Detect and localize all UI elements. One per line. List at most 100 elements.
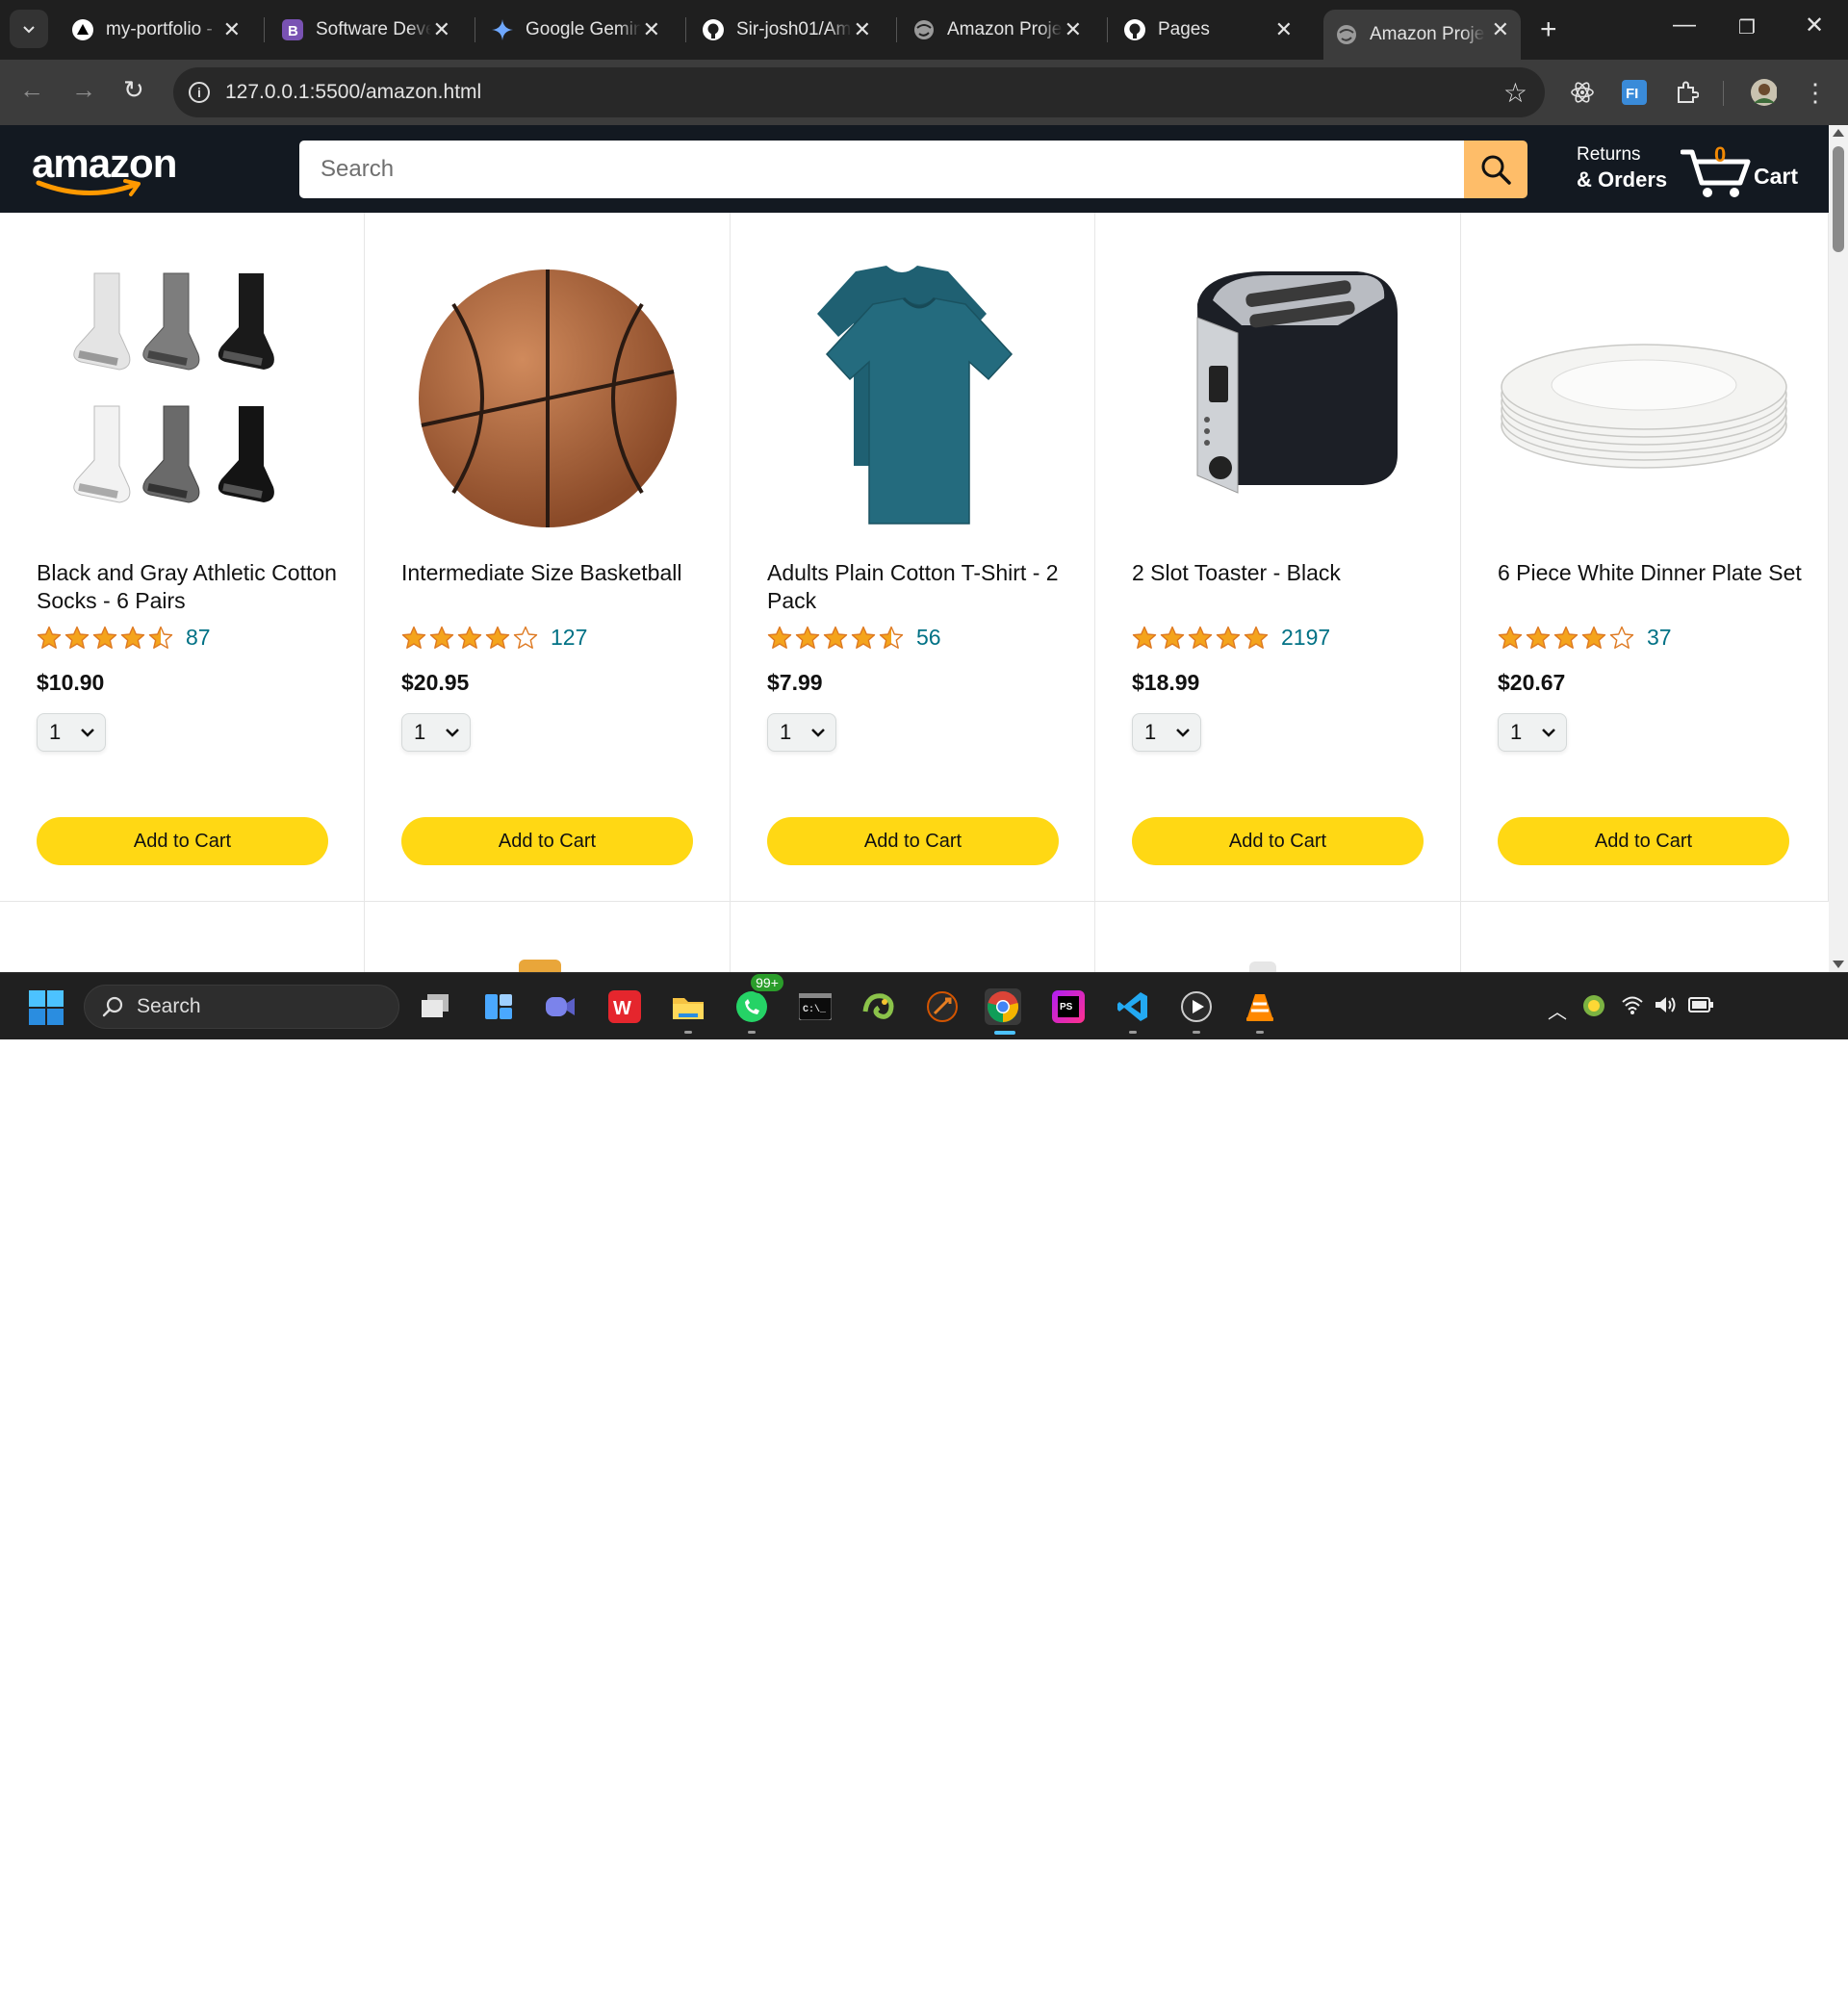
quantity-select[interactable]: 1 bbox=[767, 713, 836, 752]
globe-icon bbox=[1335, 23, 1358, 46]
product-name: Intermediate Size Basketball bbox=[401, 560, 682, 585]
rating-count[interactable]: 2197 bbox=[1281, 625, 1330, 651]
bookmark-star-icon[interactable]: ☆ bbox=[1503, 77, 1527, 109]
battery-icon[interactable] bbox=[1688, 996, 1713, 1018]
star-icon bbox=[795, 626, 820, 649]
rating-count[interactable]: 56 bbox=[916, 625, 941, 651]
close-icon[interactable]: ✕ bbox=[433, 17, 450, 42]
rating-stars-icon bbox=[767, 626, 907, 651]
returns-orders-link[interactable]: Returns & Orders bbox=[1577, 144, 1667, 192]
amazon-smile-icon bbox=[36, 179, 141, 196]
browser-tab-strip: my-portfolio - ✕ B Software Deve ✕ Googl… bbox=[0, 0, 1848, 60]
search-icon bbox=[102, 996, 123, 1017]
quantity-select[interactable]: 1 bbox=[37, 713, 106, 752]
forward-icon[interactable]: → bbox=[71, 75, 96, 105]
rating-stars-icon bbox=[1498, 626, 1637, 651]
close-icon[interactable]: ✕ bbox=[1275, 17, 1293, 42]
toaster-image[interactable] bbox=[1132, 266, 1424, 531]
widgets-icon[interactable] bbox=[480, 988, 517, 1025]
rating-count[interactable]: 127 bbox=[551, 625, 587, 651]
github-icon bbox=[702, 18, 725, 41]
close-icon[interactable]: ✕ bbox=[1065, 17, 1082, 42]
add-to-cart-button[interactable]: Add to Cart bbox=[767, 817, 1059, 865]
back-icon[interactable]: ← bbox=[19, 75, 44, 105]
vscode-icon[interactable] bbox=[1115, 988, 1151, 1025]
windows-taskbar: Search W C:\_ PS ︿ 7:22 AM 11/24/2025 bbox=[0, 972, 1848, 1996]
product-card: 2 Slot Toaster - Black 2197 $18.99 1 Add… bbox=[1095, 213, 1461, 902]
chameleon-app-icon[interactable] bbox=[860, 988, 897, 1025]
reload-icon[interactable]: ↻ bbox=[123, 75, 144, 105]
tab-pages[interactable]: Pages ✕ bbox=[1112, 10, 1304, 50]
profile-avatar[interactable] bbox=[1750, 79, 1777, 106]
rating-count[interactable]: 87 bbox=[186, 625, 211, 651]
windows-start-icon[interactable] bbox=[29, 990, 64, 1030]
add-to-cart-button[interactable]: Add to Cart bbox=[1132, 817, 1424, 865]
svg-text:PS: PS bbox=[1060, 1002, 1073, 1012]
cart-link[interactable]: 0 Cart bbox=[1681, 142, 1806, 200]
close-icon[interactable]: ✕ bbox=[643, 17, 660, 42]
phpstorm-icon[interactable]: PS bbox=[1050, 988, 1087, 1025]
basketball-image[interactable] bbox=[401, 266, 694, 531]
file-explorer-icon[interactable] bbox=[670, 988, 706, 1025]
wifi-icon[interactable] bbox=[1621, 994, 1644, 1021]
scroll-down-icon[interactable] bbox=[1833, 961, 1844, 968]
tab-github-repo[interactable]: Sir-josh01/Am ✕ bbox=[690, 10, 883, 50]
plates-image[interactable] bbox=[1498, 266, 1790, 531]
close-icon[interactable]: ✕ bbox=[223, 17, 241, 42]
tray-app-icon[interactable] bbox=[1582, 994, 1605, 1023]
quantity-select[interactable]: 1 bbox=[1498, 713, 1567, 752]
tab-google-gemini[interactable]: Google Gemin ✕ bbox=[479, 10, 672, 50]
tab-software-dev[interactable]: B Software Deve ✕ bbox=[270, 10, 462, 50]
whatsapp-icon[interactable] bbox=[733, 988, 770, 1025]
address-bar[interactable]: i 127.0.0.1:5500/amazon.html ☆ bbox=[173, 67, 1545, 117]
browser-menu-icon[interactable]: ⋮ bbox=[1802, 78, 1829, 107]
page-scrollbar[interactable] bbox=[1829, 125, 1848, 972]
chrome-icon[interactable] bbox=[985, 988, 1021, 1025]
extension-fi-icon[interactable]: FI bbox=[1621, 79, 1648, 106]
tab-amazon-project-active[interactable]: Amazon Proje ✕ bbox=[1323, 10, 1521, 60]
taskbar-search[interactable]: Search bbox=[84, 985, 399, 1029]
tab-title: my-portfolio - bbox=[106, 19, 213, 39]
quantity-select[interactable]: 1 bbox=[1132, 713, 1201, 752]
window-close-icon[interactable]: ✕ bbox=[1805, 12, 1824, 39]
github-icon bbox=[1123, 18, 1146, 41]
url-text[interactable]: 127.0.0.1:5500/amazon.html bbox=[225, 81, 481, 104]
restore-icon[interactable]: ❐ bbox=[1738, 15, 1756, 39]
rating-count[interactable]: 37 bbox=[1647, 625, 1672, 651]
extensions-puzzle-icon[interactable] bbox=[1673, 79, 1700, 106]
add-to-cart-button[interactable]: Add to Cart bbox=[37, 817, 328, 865]
react-devtools-icon[interactable] bbox=[1569, 79, 1596, 106]
scroll-up-icon[interactable] bbox=[1833, 129, 1844, 137]
star-icon bbox=[148, 626, 173, 649]
terminal-icon[interactable]: C:\_ bbox=[797, 988, 834, 1025]
new-tab-icon[interactable]: + bbox=[1540, 13, 1557, 46]
tab-search-button[interactable] bbox=[10, 10, 48, 48]
search-button[interactable] bbox=[1464, 141, 1527, 198]
tab-my-portfolio[interactable]: my-portfolio - ✕ bbox=[60, 10, 252, 50]
socks-image[interactable] bbox=[37, 266, 329, 531]
system-clock[interactable]: 7:22 AM 11/24/2025 bbox=[1723, 1953, 1831, 1999]
add-to-cart-button[interactable]: Add to Cart bbox=[1498, 817, 1789, 865]
site-info-icon[interactable]: i bbox=[189, 82, 210, 103]
wps-office-icon[interactable]: W bbox=[606, 988, 643, 1025]
search-icon bbox=[1481, 155, 1511, 185]
search-input[interactable] bbox=[299, 141, 1464, 198]
teams-meet-icon[interactable] bbox=[542, 988, 578, 1025]
chevron-up-icon[interactable]: ︿ bbox=[1548, 996, 1567, 1024]
volume-icon[interactable] bbox=[1654, 994, 1677, 1021]
tab-amazon-project[interactable]: Amazon Proje ✕ bbox=[901, 10, 1093, 50]
tool-app-icon[interactable] bbox=[924, 988, 961, 1025]
product-card-partial bbox=[1461, 902, 1829, 972]
media-player-icon[interactable] bbox=[1178, 988, 1215, 1025]
quantity-select[interactable]: 1 bbox=[401, 713, 471, 752]
add-to-cart-button[interactable]: Add to Cart bbox=[401, 817, 693, 865]
product-card-partial bbox=[731, 902, 1095, 972]
tshirt-image[interactable] bbox=[767, 266, 1060, 531]
close-icon[interactable]: ✕ bbox=[1492, 17, 1509, 42]
close-icon[interactable]: ✕ bbox=[854, 17, 871, 42]
task-view-icon[interactable] bbox=[417, 988, 453, 1025]
vlc-icon[interactable] bbox=[1242, 988, 1278, 1025]
minimize-icon[interactable]: — bbox=[1673, 12, 1696, 38]
scrollbar-thumb[interactable] bbox=[1833, 146, 1844, 252]
star-icon bbox=[120, 626, 145, 649]
